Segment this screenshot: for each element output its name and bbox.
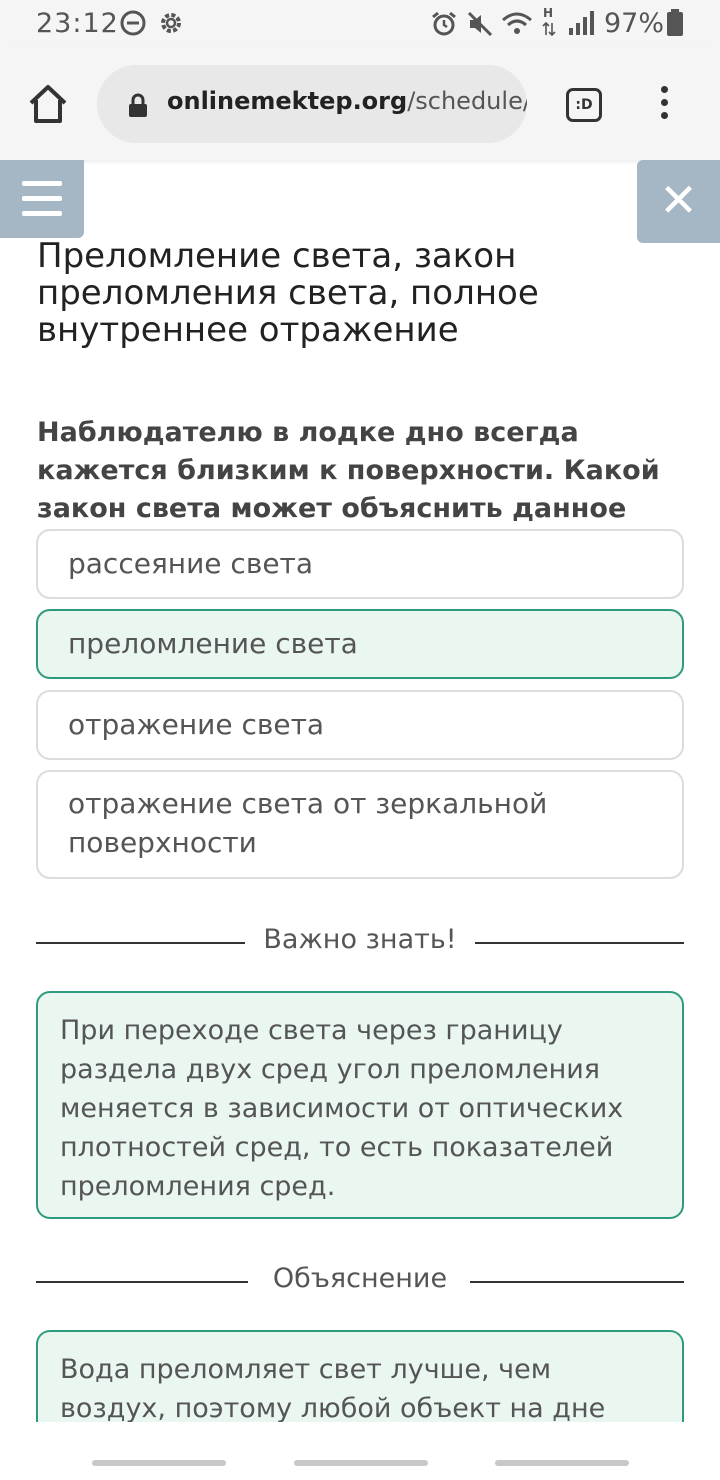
answer-option-label: отражение света от зеркальной поверхност… — [68, 787, 548, 859]
url-domain: onlinemektep.org — [167, 87, 408, 115]
dnd-icon — [120, 10, 146, 36]
tab-switcher-button[interactable]: :D — [566, 88, 602, 122]
network-type-label: H — [543, 6, 554, 20]
signal-icon — [569, 11, 594, 35]
system-gesture-bar — [0, 1422, 720, 1480]
hamburger-menu-icon[interactable] — [0, 160, 84, 238]
answer-option-label: преломление света — [68, 627, 358, 660]
important-info-box: При переходе света через границу раздела… — [36, 991, 684, 1219]
answer-option-label: отражение света — [68, 708, 325, 741]
battery-icon — [667, 9, 683, 36]
wifi-icon — [502, 12, 532, 34]
page-title: Преломление света, закон преломления све… — [37, 236, 539, 350]
important-divider: Важно знать! — [36, 922, 684, 962]
status-time: 23:12 — [36, 8, 119, 39]
important-heading: Важно знать! — [245, 924, 475, 955]
answer-option[interactable]: рассеяние света — [36, 529, 684, 599]
battery-percent: 97% — [604, 8, 665, 39]
browser-toolbar: onlinemektep.org/schedule/21. :D — [0, 46, 720, 160]
close-icon[interactable]: ✕ — [637, 160, 720, 243]
answer-option-label: рассеяние света — [68, 547, 314, 580]
explanation-divider: Объяснение — [36, 1261, 684, 1301]
answer-option[interactable]: отражение света — [36, 690, 684, 760]
answer-option-selected[interactable]: преломление света — [36, 609, 684, 679]
status-bar: 23:12 H 97% — [0, 0, 720, 46]
lock-icon — [129, 93, 147, 117]
explanation-heading: Объяснение — [254, 1263, 466, 1294]
browser-menu-icon[interactable] — [654, 86, 674, 126]
answer-option[interactable]: отражение света от зеркальной поверхност… — [36, 770, 684, 879]
address-bar[interactable]: onlinemektep.org/schedule/21. — [97, 65, 527, 143]
data-arrows-icon — [542, 22, 556, 36]
alarm-icon — [432, 11, 456, 36]
home-icon[interactable] — [26, 82, 70, 126]
important-text: При переходе света через границу раздела… — [60, 1015, 624, 1202]
url-text: onlinemektep.org/schedule/21. — [167, 87, 527, 115]
url-path: /schedule/21. — [407, 87, 527, 115]
mute-icon — [467, 11, 493, 37]
settings-gear-icon — [161, 13, 181, 33]
